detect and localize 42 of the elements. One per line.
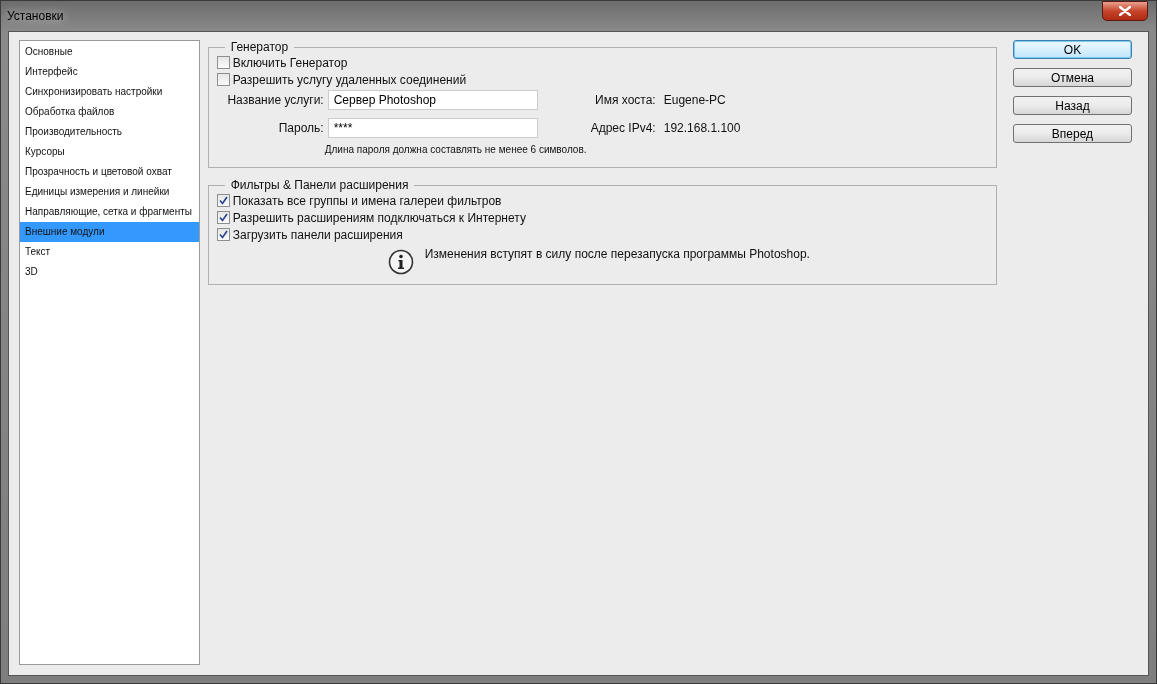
window-title: Установки <box>7 9 64 23</box>
sidebar-item[interactable]: Синхронизировать настройки <box>20 82 199 102</box>
sidebar-item[interactable]: Интерфейс <box>20 62 199 82</box>
dialog-button[interactable]: Вперед <box>1013 124 1132 143</box>
sidebar-item[interactable]: Единицы измерения и линейки <box>20 182 199 202</box>
sidebar-item[interactable]: Основные <box>20 42 199 62</box>
checkbox-label: Включить Генератор <box>232 55 348 70</box>
sidebar-item[interactable]: Направляющие, сетка и фрагменты <box>20 202 199 222</box>
dialog-button[interactable]: Назад <box>1013 96 1132 115</box>
checkbox-label: Загрузить панели расширения <box>232 227 403 242</box>
checkbox[interactable] <box>216 56 230 69</box>
field-label: Пароль: <box>277 121 324 135</box>
hint-text: Длина пароля должна составлять не менее 6 символов. <box>324 144 588 155</box>
close-icon <box>1119 6 1131 16</box>
sidebar-item[interactable]: Внешние модули <box>20 222 199 242</box>
sidebar-item[interactable]: Прозрачность и цветовой охват <box>20 162 199 182</box>
checkbox-label: Разрешить расширениям подключаться к Интернету <box>232 210 526 225</box>
checkbox[interactable] <box>216 194 230 207</box>
sidebar-item[interactable]: Курсоры <box>20 142 199 162</box>
sidebar-item[interactable]: Текст <box>20 242 199 262</box>
field-label: Название услуги: <box>226 93 324 107</box>
dialog-button[interactable]: OK <box>1013 40 1132 59</box>
input-field[interactable]: Сервер Photoshop <box>327 90 538 110</box>
input-field[interactable]: **** <box>327 118 538 138</box>
close-button[interactable] <box>1102 1 1148 21</box>
info-value: 192.168.1.100 <box>662 121 742 135</box>
sidebar-item[interactable]: Обработка файлов <box>20 102 199 122</box>
checkbox[interactable] <box>216 228 230 241</box>
checkbox-label: Показать все группы и имена галереи фильтров <box>232 193 502 208</box>
notice-text: Изменения вступят в силу после перезапуска программы Photoshop. <box>424 247 810 261</box>
dialog-button[interactable]: Отмена <box>1013 68 1132 87</box>
info-value: Eugene-PC <box>662 93 727 107</box>
sidebar-item[interactable]: Производительность <box>20 122 199 142</box>
checkbox[interactable] <box>216 211 230 224</box>
info-icon <box>387 249 414 275</box>
sidebar-item[interactable]: 3D <box>20 262 199 282</box>
info-label: Имя хоста: <box>594 93 656 107</box>
group-title: Генератор <box>229 40 290 54</box>
group-title: Фильтры & Панели расширения <box>229 178 410 192</box>
checkbox[interactable] <box>216 73 230 86</box>
info-label: Адрес IPv4: <box>589 121 656 135</box>
checkbox-label: Разрешить услугу удаленных соединений <box>232 72 467 87</box>
